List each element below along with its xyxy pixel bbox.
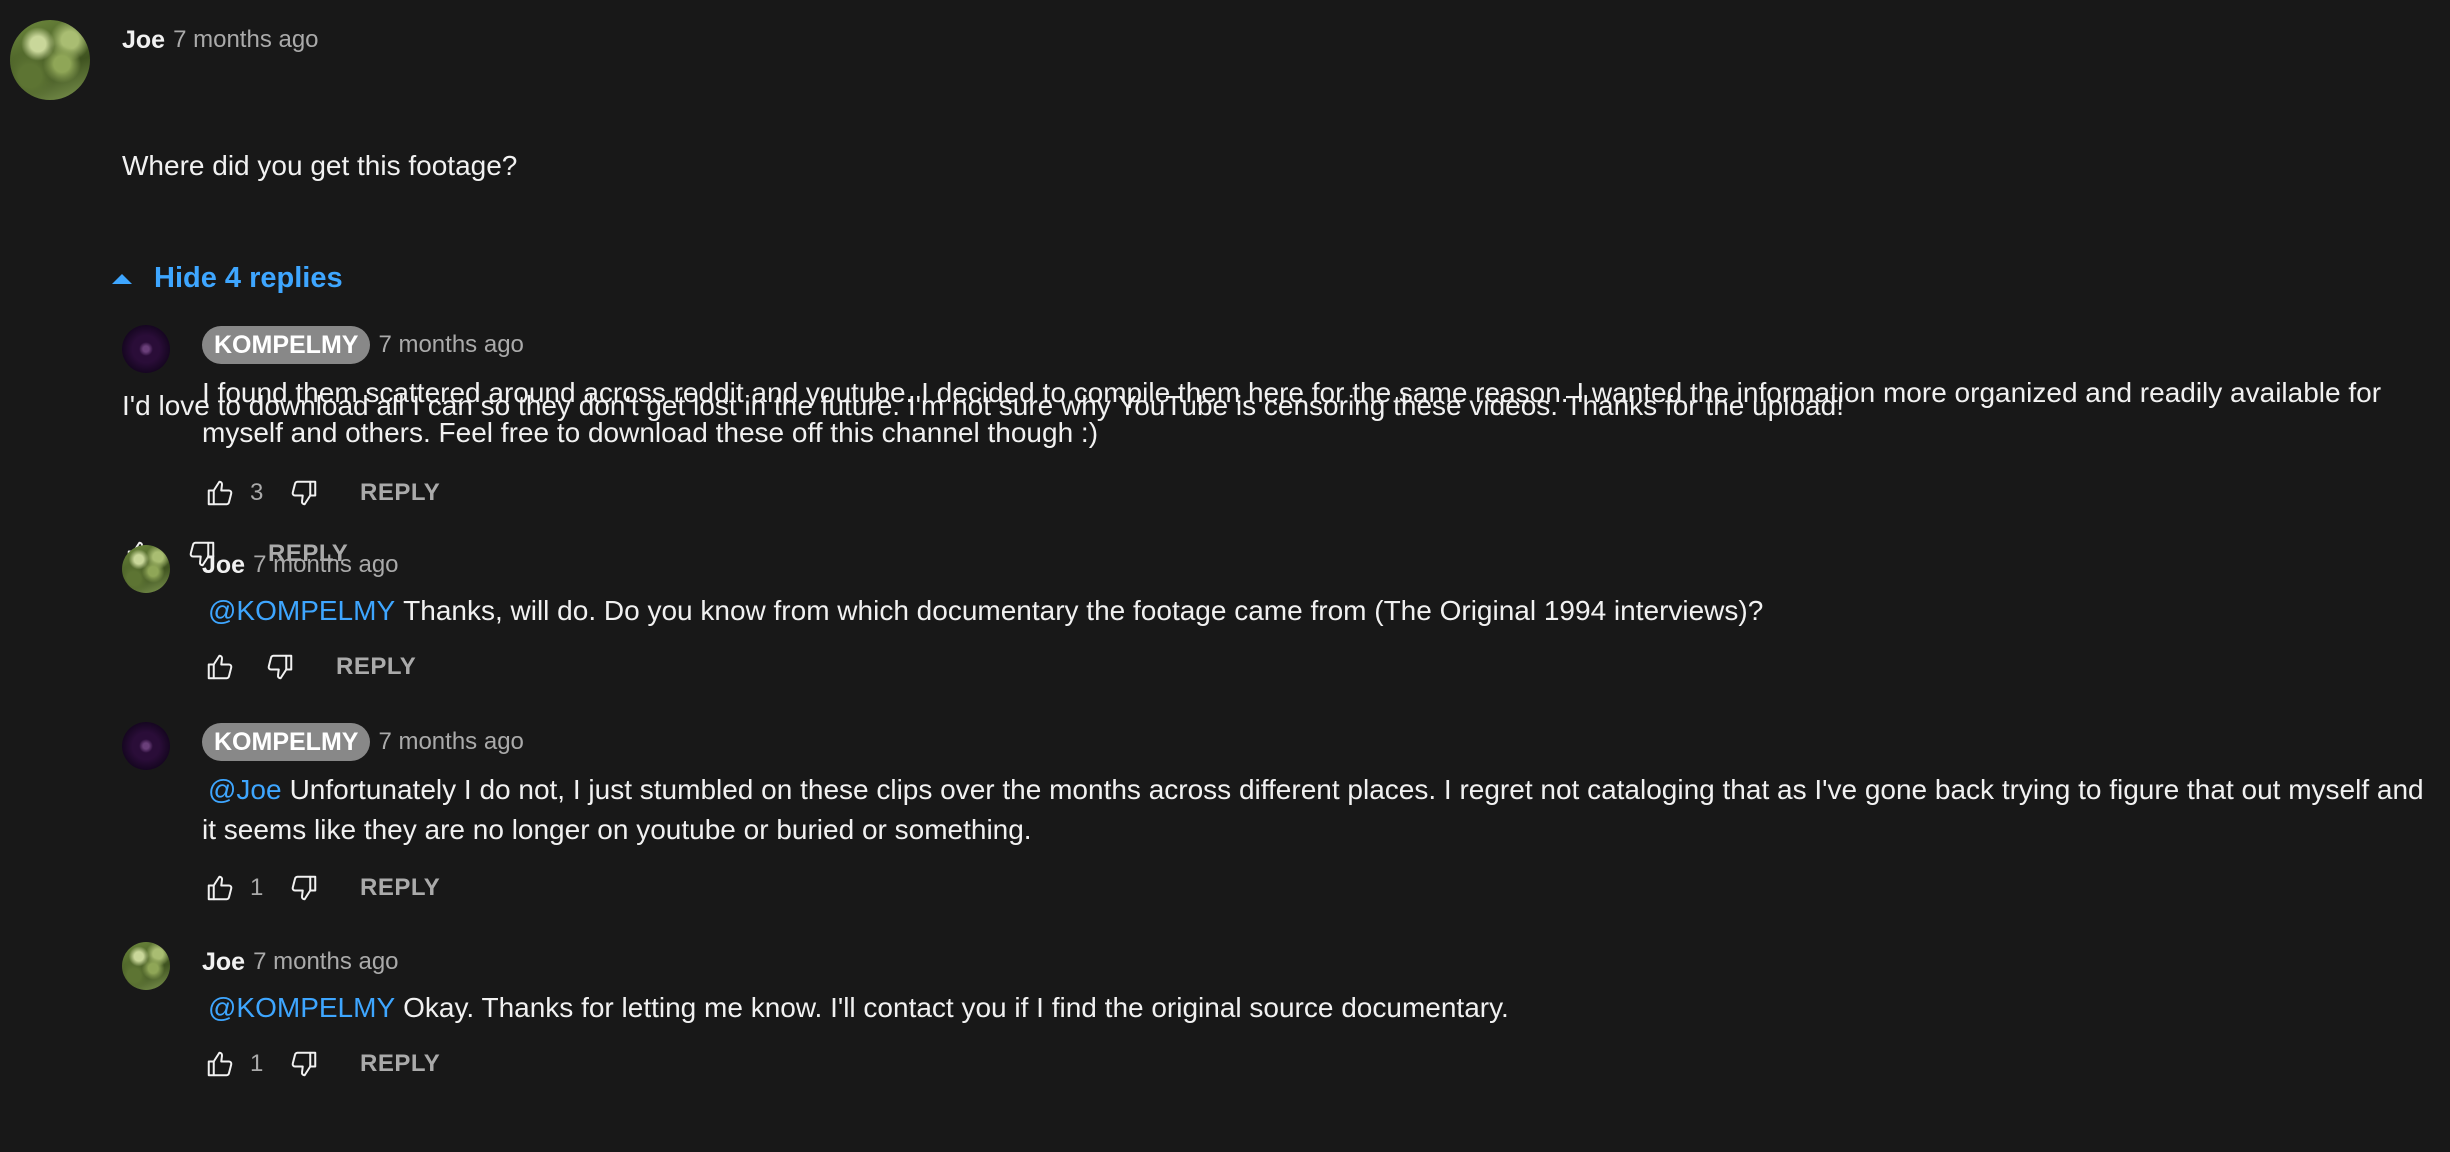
dislike-button[interactable] — [262, 649, 298, 685]
comment-meta: Joe 7 months ago — [122, 20, 2430, 60]
hide-replies-button[interactable]: Hide 4 replies — [112, 262, 343, 295]
timestamp[interactable]: 7 months ago — [173, 26, 318, 54]
timestamp[interactable]: 7 months ago — [253, 551, 398, 579]
thumbs-up-icon — [207, 654, 233, 680]
thumbs-down-icon — [267, 654, 293, 680]
avatar[interactable] — [122, 942, 170, 990]
reply-button[interactable]: REPLY — [336, 653, 416, 681]
author-name[interactable]: Joe — [202, 551, 245, 580]
like-button[interactable] — [202, 1046, 238, 1082]
thumbs-up-icon — [207, 875, 233, 901]
mention-link[interactable]: @Joe — [208, 774, 282, 805]
thumbs-up-icon — [207, 480, 233, 506]
timestamp[interactable]: 7 months ago — [253, 948, 398, 976]
hide-replies-label: Hide 4 replies — [154, 262, 343, 294]
thumbs-up-icon — [207, 1051, 233, 1077]
avatar[interactable] — [122, 545, 170, 593]
comment-actions: 3 REPLY — [202, 469, 2432, 517]
comment-meta: Joe 7 months ago — [202, 545, 2432, 585]
caret-up-icon — [112, 273, 132, 284]
thumbs-down-icon — [291, 875, 317, 901]
comment-body: Joe 7 months ago @KOMPELMY Okay. Thanks f… — [202, 942, 2432, 1088]
dislike-button[interactable] — [286, 870, 322, 906]
comment-thread: Joe 7 months ago Where did you get this … — [0, 0, 2450, 1152]
timestamp[interactable]: 7 months ago — [378, 728, 523, 756]
comment-body: Joe 7 months ago @KOMPELMY Thanks, will d… — [202, 545, 2432, 691]
like-button[interactable] — [202, 870, 238, 906]
dislike-button[interactable] — [286, 1046, 322, 1082]
author-name[interactable]: KOMPELMY — [202, 723, 371, 761]
like-button[interactable] — [202, 475, 238, 511]
avatar[interactable] — [10, 20, 90, 100]
reply-button[interactable]: REPLY — [360, 1050, 440, 1078]
comment-body: KOMPELMY 7 months ago I found them scatt… — [202, 325, 2432, 517]
like-button[interactable] — [202, 649, 238, 685]
comment-text: @KOMPELMY Thanks, will do. Do you know fr… — [202, 591, 2432, 631]
comment-text-content: Okay. Thanks for letting me know. I'll c… — [403, 992, 1509, 1023]
comment-meta: Joe 7 months ago — [202, 942, 2432, 982]
comment-body: KOMPELMY 7 months ago @Joe Unfortunately … — [202, 722, 2432, 912]
like-count: 3 — [250, 479, 264, 506]
comment-text: I found them scattered around across red… — [202, 377, 2389, 448]
author-name[interactable]: KOMPELMY — [202, 326, 371, 364]
comment-text-content: Unfortunately I do not, I just stumbled … — [202, 774, 2432, 845]
dislike-button[interactable] — [286, 475, 322, 511]
comment-actions: 1 REPLY — [202, 1040, 2432, 1088]
avatar[interactable] — [122, 722, 170, 770]
comment-meta: KOMPELMY 7 months ago — [202, 325, 2432, 365]
comment-text-line: Where did you get this footage? — [122, 150, 518, 181]
thumbs-down-icon — [291, 480, 317, 506]
like-count: 1 — [250, 874, 264, 901]
comment-meta: KOMPELMY 7 months ago — [202, 722, 2432, 762]
timestamp[interactable]: 7 months ago — [378, 331, 523, 359]
thumbs-down-icon — [291, 1051, 317, 1077]
author-name[interactable]: Joe — [202, 948, 245, 977]
comment-actions: 1 REPLY — [202, 864, 2432, 912]
reply-button[interactable]: REPLY — [360, 479, 440, 507]
comment-text: @KOMPELMY Okay. Thanks for letting me kno… — [202, 988, 2432, 1028]
avatar[interactable] — [122, 325, 170, 373]
author-name[interactable]: Joe — [122, 26, 165, 55]
comment-actions: REPLY — [202, 643, 2432, 691]
comment-text-content: Thanks, will do. Do you know from which … — [403, 595, 1764, 626]
reply-button[interactable]: REPLY — [360, 874, 440, 902]
like-count: 1 — [250, 1050, 264, 1077]
mention-link[interactable]: @KOMPELMY — [208, 992, 395, 1023]
mention-link[interactable]: @KOMPELMY — [208, 595, 395, 626]
comment-text: @Joe Unfortunately I do not, I just stumb… — [202, 770, 2432, 850]
